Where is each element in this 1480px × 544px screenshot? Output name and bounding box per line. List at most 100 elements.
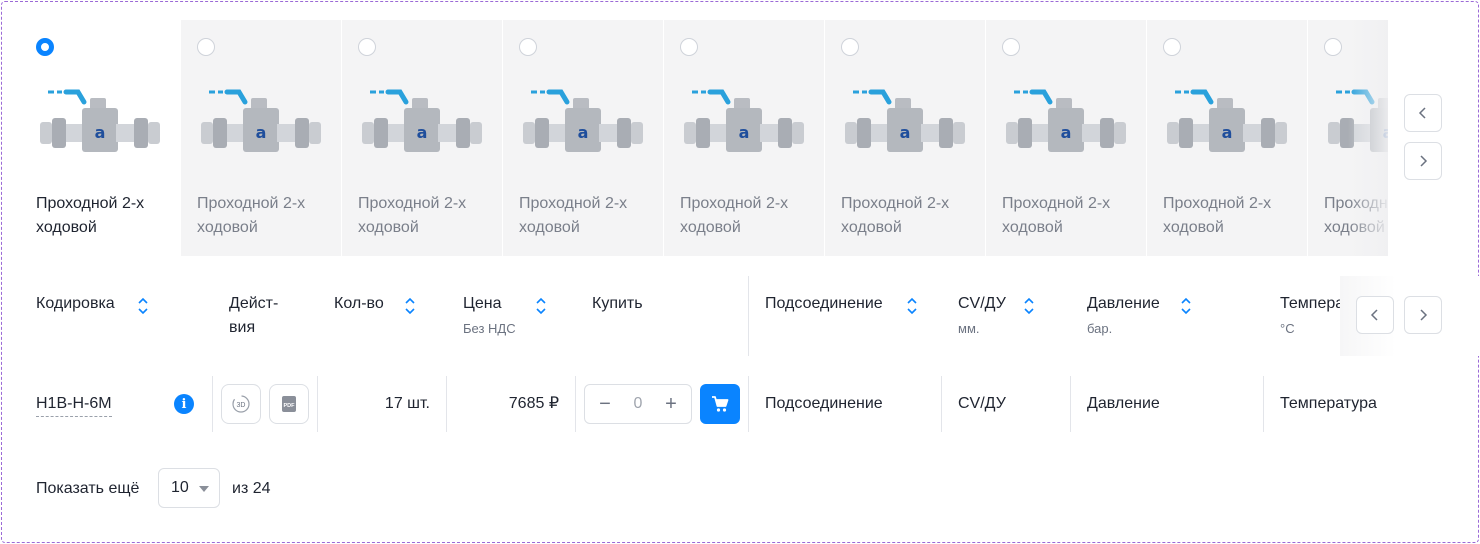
variant-label: Проходной 2-х ходовой [841,195,950,236]
svg-text:a: a [739,123,750,142]
valve-image: a [1004,86,1128,156]
svg-text:a: a [900,123,911,142]
header-qty[interactable]: Кол-во [334,292,384,316]
header-temperature[interactable]: Темпера °C [1280,292,1344,338]
variant-card[interactable]: a Проходной 2-х ходовой [503,20,664,256]
svg-text:a: a [256,123,267,142]
caret-down-icon [199,486,209,492]
variant-label: Проходной 2-х ходовой [680,195,789,236]
variant-strip: a Проходной 2-х ходовой a Проходной 2-х … [20,20,1388,256]
variant-label: Проходной 2-х ходовой [358,195,467,236]
pdf-file-icon: PDF [282,396,296,412]
columns-prev-button[interactable] [1356,296,1394,334]
variant-label: Проходной 2-х ходовой [36,195,145,236]
variant-radio[interactable] [197,38,215,56]
variant-card[interactable]: a Проходной 2-х ходовой [1147,20,1308,256]
variant-card[interactable]: a Проходной 2-х ходовой [986,20,1147,256]
variant-radio[interactable] [1002,38,1020,56]
valve-image: a [360,86,484,156]
variant-card[interactable]: a Проходной 2-х ходовой [664,20,825,256]
decrement-button[interactable]: − [595,393,615,416]
show-more-label: Показать ещё [36,480,140,497]
svg-text:a: a [1061,123,1072,142]
quantity-stepper: − 0 + [584,384,692,424]
connection-value: Подсоединение [765,395,883,412]
valve-image: a [1165,86,1289,156]
valve-image: a [38,86,162,156]
variant-radio[interactable] [519,38,537,56]
cell-divider [575,376,576,432]
temperature-value: Температура [1280,395,1377,412]
chevron-right-icon [1420,309,1428,321]
total-count: из 24 [232,480,271,497]
pressure-value: Давление [1087,395,1160,412]
cart-icon [712,396,729,412]
cell-divider [941,376,942,432]
header-divider [748,276,749,356]
variant-card[interactable]: a Проходной 2-х ходовой [181,20,342,256]
variants-prev-button[interactable] [1404,94,1442,132]
model-3d-button[interactable]: 3D [221,384,261,424]
columns-next-button[interactable] [1404,296,1442,334]
header-cv[interactable]: CV/ДУ мм. [958,292,1006,338]
header-price[interactable]: Цена Без НДС [463,292,516,338]
cell-divider [1263,376,1264,432]
variant-radio[interactable] [680,38,698,56]
chevron-left-icon [1370,309,1378,321]
add-to-cart-button[interactable] [700,384,740,424]
header-connection[interactable]: Подсоединение [765,292,883,316]
valve-image: a [199,86,323,156]
valve-image: a [521,86,645,156]
cell-divider [212,376,213,432]
cell-divider [1070,376,1071,432]
header-pressure[interactable]: Давление бар. [1087,292,1160,338]
variant-radio[interactable] [841,38,859,56]
svg-text:a: a [578,123,589,142]
quantity-input[interactable]: 0 [634,395,643,413]
increment-button[interactable]: + [661,393,681,416]
pdf-button[interactable]: PDF [269,384,309,424]
variant-card[interactable]: a Проходной 2-х ходовой [20,20,181,256]
header-actions: Дейст- вия [229,295,279,336]
svg-text:a: a [417,123,428,142]
sort-pressure-icon[interactable] [1181,297,1191,315]
cv-value: CV/ДУ [958,395,1006,412]
svg-text:a: a [95,123,106,142]
variant-radio[interactable] [1324,38,1342,56]
variant-label: Проходной 2-х ходовой [1002,195,1111,236]
variant-card[interactable]: a Проходной 2-х ходовой [342,20,503,256]
header-buy: Купить [592,295,643,312]
header-code[interactable]: Кодировка [36,292,115,316]
cell-divider [748,376,749,432]
sort-code-icon[interactable] [138,297,148,315]
svg-text:3D: 3D [237,402,246,409]
variant-label: Проходной 2-х ходовой [1163,195,1272,236]
variant-radio[interactable] [1163,38,1181,56]
variant-label: Проходной 2-х ходовой [519,195,628,236]
page-size-value: 10 [171,479,189,496]
chevron-right-icon [1420,155,1428,167]
sort-cv-icon[interactable] [1024,297,1034,315]
page-size-select[interactable]: 10 [158,468,220,508]
sort-price-icon[interactable] [536,297,546,315]
sort-qty-icon[interactable] [405,297,415,315]
price-value: 7685 ₽ [508,395,559,412]
variant-radio[interactable] [36,38,54,56]
variants-next-button[interactable] [1404,142,1442,180]
stock-qty: 17 шт. [384,395,430,412]
variant-label: Проходной 2-х ходовой [197,195,306,236]
chevron-left-icon [1418,107,1426,119]
svg-text:a: a [1222,123,1233,142]
variant-card[interactable]: a Проходной 2-х ходовой [825,20,986,256]
valve-image: a [682,86,806,156]
svg-text:PDF: PDF [284,403,296,409]
cell-divider [446,376,447,432]
cube-3d-icon: 3D [232,395,250,413]
sort-connection-icon[interactable] [907,297,917,315]
product-code-link[interactable]: H1B-H-6M [36,392,112,417]
cell-divider [317,376,318,432]
variant-radio[interactable] [358,38,376,56]
info-icon[interactable]: i [174,394,194,414]
variant-strip-fade [1348,20,1388,256]
valve-image: a [843,86,967,156]
